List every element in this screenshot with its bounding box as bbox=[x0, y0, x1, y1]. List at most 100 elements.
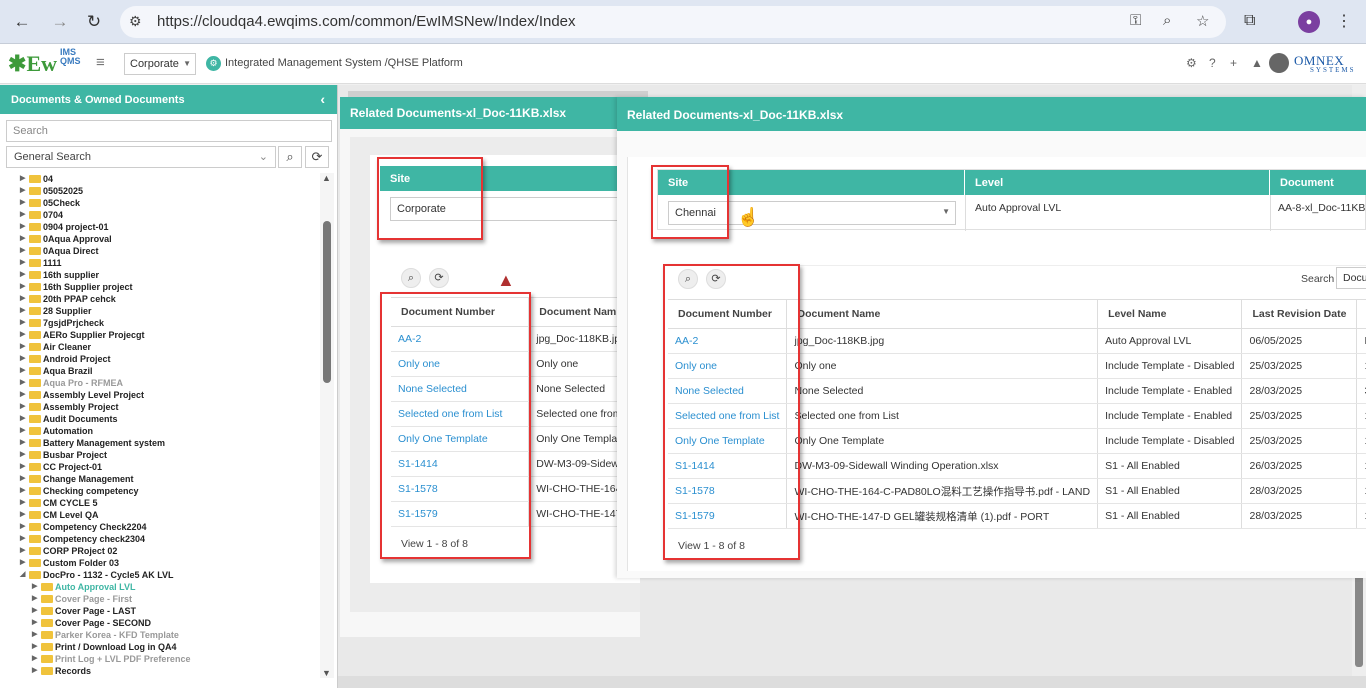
tree-folder-item[interactable]: ▶ CC Project-01 bbox=[0, 461, 318, 473]
expand-arrow-icon[interactable]: ▶ bbox=[20, 341, 25, 353]
tree-item-label[interactable]: Cover Page - First bbox=[55, 593, 132, 605]
document-number-link[interactable]: None Selected bbox=[668, 378, 788, 404]
tree-folder-item[interactable]: ▶ Android Project bbox=[0, 353, 318, 365]
document-number-link[interactable]: Selected one from List bbox=[391, 401, 530, 427]
password-key-icon[interactable]: ⚿ bbox=[1130, 12, 1141, 29]
tree-folder-item[interactable]: ▶ Cover Page - SECOND bbox=[0, 617, 318, 629]
collapse-arrow-icon[interactable]: ◢ bbox=[20, 569, 25, 581]
tree-folder-item[interactable]: ▶ Checking competency bbox=[0, 485, 318, 497]
collapse-chevron-icon[interactable]: ‹ bbox=[320, 91, 325, 107]
tree-item-label[interactable]: CORP PRoject 02 bbox=[43, 545, 117, 557]
tree-folder-item[interactable]: ▶ 05Check bbox=[0, 197, 318, 209]
tree-item-label[interactable]: 05052025 bbox=[43, 185, 83, 197]
tree-folder-item[interactable]: ▶ Print Log + LVL PDF Preference bbox=[0, 653, 318, 665]
expand-arrow-icon[interactable]: ▶ bbox=[20, 329, 25, 341]
search-icon[interactable]: ⌕ bbox=[678, 269, 698, 289]
document-number-link[interactable]: None Selected bbox=[391, 376, 530, 402]
tree-item-label[interactable]: CM CYCLE 5 bbox=[43, 497, 98, 509]
tree-folder-item[interactable]: ▶ Competency Check2204 bbox=[0, 521, 318, 533]
tree-item-label[interactable]: Competency check2304 bbox=[43, 533, 145, 545]
expand-arrow-icon[interactable]: ▶ bbox=[20, 317, 25, 329]
expand-arrow-icon[interactable]: ▶ bbox=[20, 413, 25, 425]
tree-item-label[interactable]: Checking competency bbox=[43, 485, 139, 497]
expand-arrow-icon[interactable]: ▶ bbox=[20, 545, 25, 557]
table-row[interactable]: Only one Only one Include Template - Disab… bbox=[668, 353, 1366, 379]
expand-arrow-icon[interactable]: ▶ bbox=[32, 665, 37, 677]
expand-arrow-icon[interactable]: ▶ bbox=[20, 365, 25, 377]
tree-item-label[interactable]: Competency Check2204 bbox=[43, 521, 147, 533]
tree-folder-item[interactable]: ▶ 0704 bbox=[0, 209, 318, 221]
expand-arrow-icon[interactable]: ▶ bbox=[20, 353, 25, 365]
expand-arrow-icon[interactable]: ▶ bbox=[20, 269, 25, 281]
tree-folder-item[interactable]: ▶ Aqua Pro - RFMEA bbox=[0, 377, 318, 389]
document-number-link[interactable]: Only one bbox=[391, 351, 530, 377]
tree-folder-item[interactable]: ▶ 04 bbox=[0, 173, 318, 185]
table-row[interactable]: Only One Template Only One Template Includ… bbox=[668, 428, 1366, 454]
tree-item-label[interactable]: Android Project bbox=[43, 353, 111, 365]
tree-folder-item[interactable]: ▶ 1111 bbox=[0, 257, 318, 269]
expand-arrow-icon[interactable]: ▶ bbox=[20, 221, 25, 233]
expand-arrow-icon[interactable]: ▶ bbox=[20, 257, 25, 269]
tree-item-label[interactable]: Cover Page - SECOND bbox=[55, 617, 151, 629]
expand-arrow-icon[interactable]: ▶ bbox=[20, 473, 25, 485]
site-settings-icon[interactable]: ⚙ bbox=[129, 13, 142, 30]
tree-folder-item[interactable]: ▶ Custom Folder 03 bbox=[0, 557, 318, 569]
extensions-icon[interactable]: ⧉ bbox=[1244, 12, 1255, 30]
tree-item-label[interactable]: Audit Documents bbox=[43, 413, 118, 425]
tree-item-label[interactable]: 0Aqua Approval bbox=[43, 233, 112, 245]
tree-folder-item[interactable]: ▶ 0Aqua Direct bbox=[0, 245, 318, 257]
url-text[interactable]: https://cloudqa4.ewqims.com/common/EwIMS… bbox=[157, 13, 576, 30]
tree-folder-item[interactable]: ▶ Air Cleaner bbox=[0, 341, 318, 353]
tree-item-label[interactable]: 04 bbox=[43, 173, 53, 185]
tree-folder-item[interactable]: ▶ Battery Management system bbox=[0, 437, 318, 449]
expand-arrow-icon[interactable]: ▶ bbox=[20, 401, 25, 413]
table-row[interactable]: S1-1579 WI-CHO-THE-147- bbox=[391, 501, 651, 527]
tree-item-label[interactable]: DocPro - 1132 - Cycle5 AK LVL bbox=[43, 569, 174, 581]
tree-item-label[interactable]: 0Aqua Direct bbox=[43, 245, 99, 257]
tree-folder-item[interactable]: ▶ 28 Supplier bbox=[0, 305, 318, 317]
tree-folder-item[interactable]: ▶ CM Level QA bbox=[0, 509, 318, 521]
tree-item-label[interactable]: 0704 bbox=[43, 209, 63, 221]
tree-folder-item[interactable]: ▶ Automation bbox=[0, 425, 318, 437]
expand-arrow-icon[interactable]: ▶ bbox=[32, 653, 37, 665]
tree-item-label[interactable]: Air Cleaner bbox=[43, 341, 91, 353]
tree-item-label[interactable]: 7gsjdPrjcheck bbox=[43, 317, 104, 329]
document-number-link[interactable]: Only One Template bbox=[668, 428, 788, 454]
table-row[interactable]: None Selected None Selected Include Templa… bbox=[668, 378, 1366, 404]
expand-arrow-icon[interactable]: ▶ bbox=[20, 533, 25, 545]
table-row[interactable]: AA-2 jpg_Doc-118KB.jpg bbox=[391, 326, 651, 352]
site-select[interactable]: Chennai ▼ bbox=[668, 201, 956, 225]
document-number-link[interactable]: AA-2 bbox=[668, 328, 788, 354]
table-row[interactable]: None Selected None Selected bbox=[391, 376, 651, 402]
document-number-link[interactable]: Selected one from List bbox=[668, 403, 788, 429]
search-button[interactable]: ⌕ bbox=[278, 146, 302, 168]
tree-folder-item[interactable]: ▶ Assembly Level Project bbox=[0, 389, 318, 401]
add-icon[interactable]: + bbox=[1230, 56, 1237, 70]
tree-folder-item[interactable]: ▶ 05052025 bbox=[0, 185, 318, 197]
refresh-button[interactable]: ⟳ bbox=[305, 146, 329, 168]
tree-item-label[interactable]: Cover Page - LAST bbox=[55, 605, 136, 617]
document-number-link[interactable]: S1-1578 bbox=[391, 476, 530, 502]
document-number-link[interactable]: S1-1579 bbox=[391, 501, 530, 527]
expand-arrow-icon[interactable]: ▶ bbox=[32, 629, 37, 641]
scroll-down-icon[interactable]: ▼ bbox=[322, 668, 331, 678]
tree-folder-item[interactable]: ▶ Assembly Project bbox=[0, 401, 318, 413]
table-row[interactable]: S1-1578 WI-CHO-THE-164-C-PAD80LO混料工艺操作指导书… bbox=[668, 478, 1366, 504]
column-header[interactable]: Level Name bbox=[1097, 299, 1243, 329]
tree-folder-item[interactable]: ▶ AERo Supplier Projecgt bbox=[0, 329, 318, 341]
tree-folder-item[interactable]: ▶ 0Aqua Approval bbox=[0, 233, 318, 245]
tree-item-label[interactable]: Aqua Brazil bbox=[43, 365, 93, 377]
expand-arrow-icon[interactable]: ▶ bbox=[20, 425, 25, 437]
back-icon[interactable]: ← bbox=[10, 10, 34, 34]
table-row[interactable]: S1-1414 DW-M3-09-Sidewall Winding Operati… bbox=[668, 453, 1366, 479]
tree-folder-item[interactable]: ▶ 20th PPAP cehck bbox=[0, 293, 318, 305]
table-row[interactable]: S1-1414 DW-M3-09-Sidewa bbox=[391, 451, 651, 477]
expand-arrow-icon[interactable]: ▶ bbox=[32, 593, 37, 605]
expand-arrow-icon[interactable]: ▶ bbox=[20, 485, 25, 497]
expand-arrow-icon[interactable]: ▶ bbox=[32, 617, 37, 629]
search-icon[interactable]: ⌕ bbox=[401, 268, 421, 288]
tree-item-label[interactable]: 0904 project-01 bbox=[43, 221, 109, 233]
column-header[interactable] bbox=[1356, 299, 1366, 329]
tree-item-label[interactable]: CM Level QA bbox=[43, 509, 99, 521]
expand-arrow-icon[interactable]: ▶ bbox=[20, 305, 25, 317]
